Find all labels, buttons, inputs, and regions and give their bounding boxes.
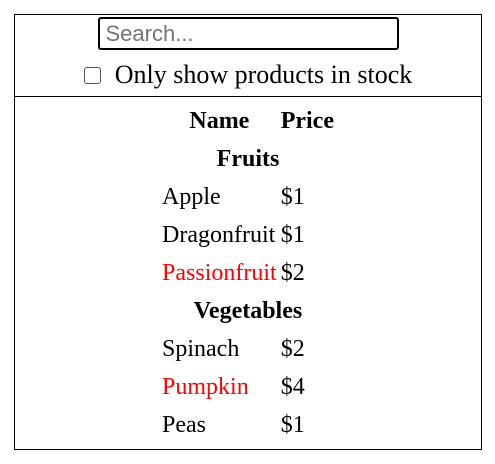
product-row: Passionfruit $2 bbox=[161, 255, 335, 291]
product-price: $4 bbox=[280, 374, 305, 400]
filterable-product-table: Only show products in stock Name Price F… bbox=[14, 14, 482, 450]
product-row: Apple $1 bbox=[161, 179, 335, 215]
category-row: Fruits bbox=[161, 141, 335, 177]
category-row: Vegetables bbox=[161, 293, 335, 329]
product-price: $2 bbox=[280, 260, 305, 286]
product-row: Spinach $2 bbox=[161, 331, 335, 367]
product-row: Peas $1 bbox=[161, 407, 335, 443]
column-header-name: Name bbox=[189, 108, 250, 134]
product-name-out-of-stock: Pumpkin bbox=[162, 374, 249, 400]
product-row: Dragonfruit $1 bbox=[161, 217, 335, 253]
product-name: Apple bbox=[162, 184, 221, 210]
search-input[interactable] bbox=[97, 17, 399, 50]
in-stock-filter[interactable]: Only show products in stock bbox=[83, 60, 413, 90]
product-row: Pumpkin $4 bbox=[161, 369, 335, 405]
product-table: Name Price Fruits Apple $1 Dragonfruit $… bbox=[159, 101, 337, 445]
category-name: Fruits bbox=[216, 146, 280, 172]
category-name: Vegetables bbox=[193, 298, 303, 324]
search-bar: Only show products in stock bbox=[15, 15, 481, 97]
product-price: $1 bbox=[280, 222, 305, 248]
product-name-out-of-stock: Passionfruit bbox=[162, 260, 277, 286]
in-stock-checkbox[interactable] bbox=[83, 66, 101, 84]
product-name: Peas bbox=[162, 412, 207, 438]
product-name: Spinach bbox=[162, 336, 240, 362]
product-price: $1 bbox=[280, 412, 305, 438]
in-stock-label: Only show products in stock bbox=[114, 60, 413, 89]
product-price: $1 bbox=[280, 184, 305, 210]
header-row: Name Price bbox=[161, 103, 335, 139]
product-price: $2 bbox=[280, 336, 305, 362]
product-name: Dragonfruit bbox=[162, 222, 276, 248]
column-header-price: Price bbox=[280, 108, 334, 134]
